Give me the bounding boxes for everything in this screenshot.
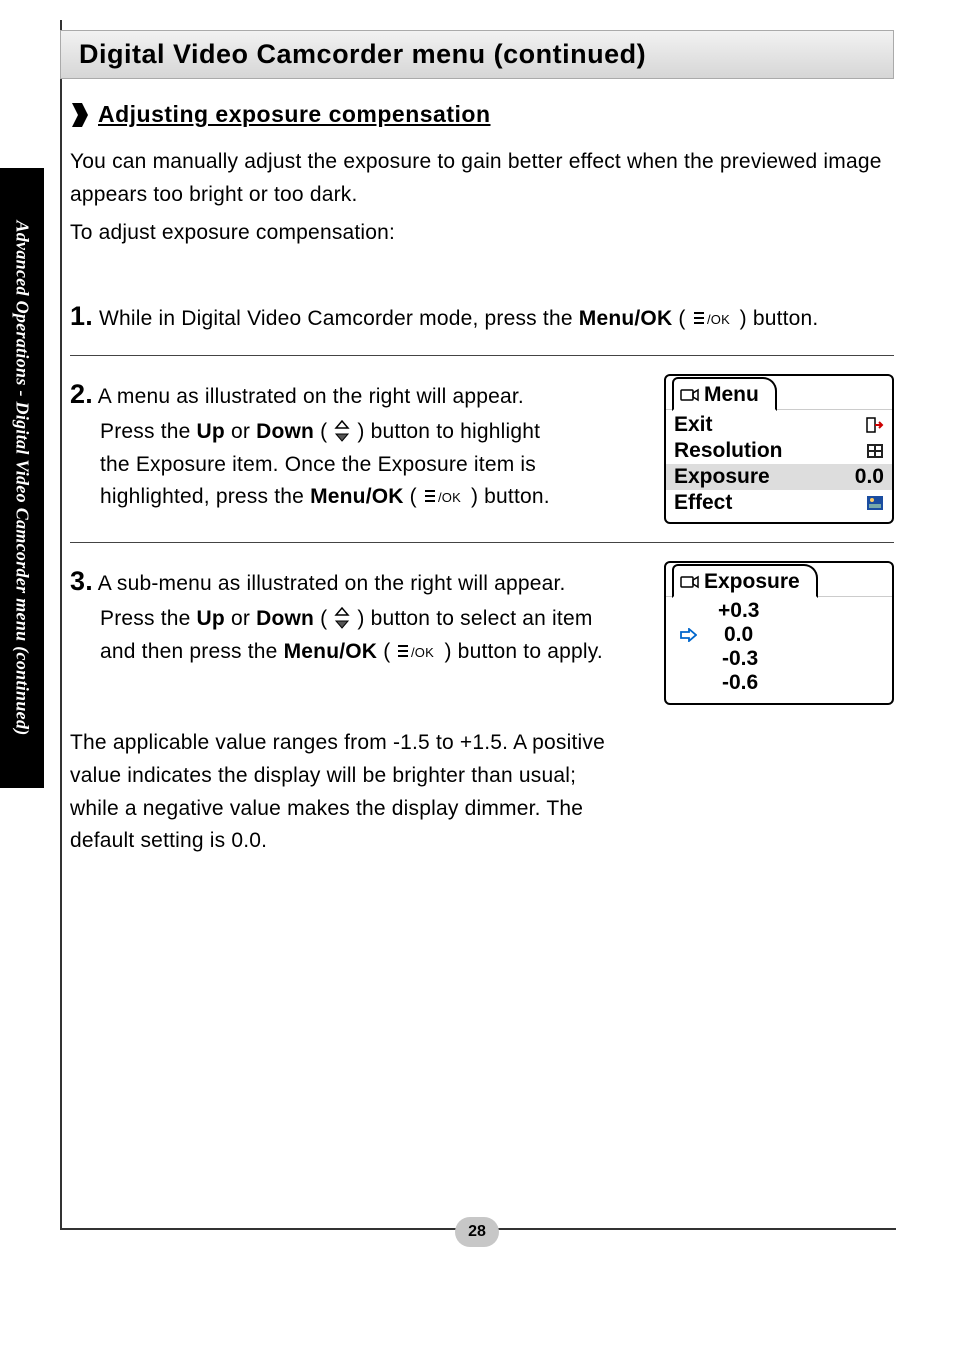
exposure-option: -0.6 <box>674 671 884 695</box>
footer-paragraph: The applicable value ranges from -1.5 to… <box>70 727 610 857</box>
exposure-option-selected: 0.0 <box>674 623 884 647</box>
step-2-number: 2. <box>70 379 93 409</box>
sidebar-label: Advanced Operations - Digital Video Camc… <box>12 220 33 735</box>
menu-ok-icon: /OK <box>692 309 734 329</box>
exposure-option: +0.3 <box>674 599 884 623</box>
section-heading: Adjusting exposure compensation <box>70 101 894 128</box>
step-1-text: 1. While in Digital Video Camcorder mode… <box>70 296 894 338</box>
camcorder-icon <box>680 574 700 590</box>
submenu-tab-row: Exposure <box>666 563 892 597</box>
menu-items: Exit Resolution Exposure 0.0 Effect <box>666 410 892 522</box>
menu-ok-icon: /OK <box>423 487 465 507</box>
menu-item-resolution: Resolution <box>674 438 884 464</box>
chevron-bullet-icon <box>70 102 90 128</box>
submenu-tab: Exposure <box>672 564 818 598</box>
section-heading-text: Adjusting exposure compensation <box>98 101 491 128</box>
svg-text:/OK: /OK <box>707 312 730 327</box>
up-down-icon <box>333 607 351 629</box>
exposure-items: +0.3 0.0 -0.3 -0.6 <box>666 597 892 703</box>
page-title: Digital Video Camcorder menu (continued) <box>60 30 894 79</box>
page-content: Digital Video Camcorder menu (continued)… <box>60 30 894 876</box>
step-3: 3. A sub-menu as illustrated on the righ… <box>60 543 894 723</box>
step-3-text: 3. A sub-menu as illustrated on the righ… <box>70 561 640 668</box>
resolution-icon <box>866 443 884 459</box>
menu-item-effect: Effect <box>674 490 884 516</box>
svg-text:/OK: /OK <box>411 645 434 660</box>
step-1: 1. While in Digital Video Camcorder mode… <box>60 268 894 356</box>
step-2: 2. A menu as illustrated on the right wi… <box>60 356 894 542</box>
selected-arrow-icon <box>679 628 697 642</box>
menu-item-exposure: Exposure 0.0 <box>666 464 892 490</box>
menu-tab-label: Menu <box>704 383 759 407</box>
exposure-submenu-screenshot: Exposure +0.3 0.0 -0.3 -0.6 <box>664 561 894 705</box>
svg-text:/OK: /OK <box>438 490 461 505</box>
step-2-text: 2. A menu as illustrated on the right wi… <box>70 374 640 513</box>
menu-item-exit: Exit <box>674 412 884 438</box>
up-down-icon <box>333 420 351 442</box>
menu-tab: Menu <box>672 377 777 411</box>
camcorder-icon <box>680 387 700 403</box>
exit-icon <box>866 417 884 433</box>
effect-icon <box>866 495 884 511</box>
sidebar-tab: Advanced Operations - Digital Video Camc… <box>0 168 44 788</box>
menu-ok-icon: /OK <box>396 642 438 662</box>
intro-p1: You can manually adjust the exposure to … <box>70 146 894 211</box>
exposure-option: -0.3 <box>674 647 884 671</box>
menu-tab-row: Menu <box>666 376 892 410</box>
step-1-number: 1. <box>70 301 93 331</box>
intro-p2: To adjust exposure compensation: <box>70 217 894 250</box>
submenu-tab-label: Exposure <box>704 570 800 594</box>
page-number: 28 <box>455 1217 499 1247</box>
step-3-number: 3. <box>70 566 93 596</box>
menu-screenshot: Menu Exit Resolution Exposure 0.0 <box>664 374 894 524</box>
